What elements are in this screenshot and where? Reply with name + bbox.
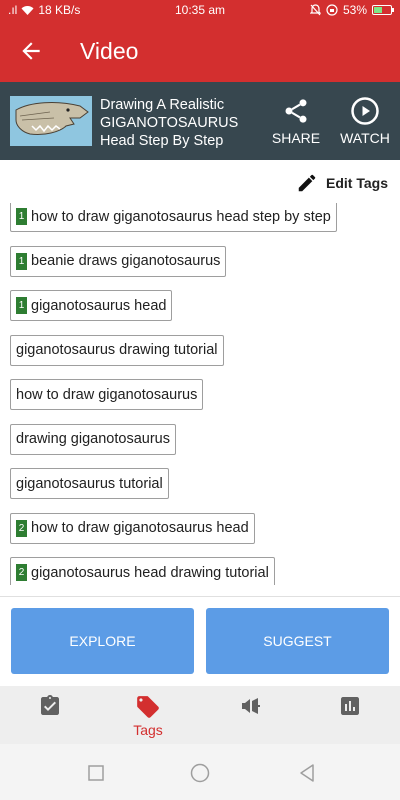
tag-text: giganotosaurus tutorial bbox=[16, 475, 163, 492]
share-label: SHARE bbox=[271, 130, 321, 146]
watch-button[interactable]: WATCH bbox=[335, 96, 395, 146]
video-title-line: GIGANOTOSAURUS bbox=[100, 115, 239, 131]
tag-text: beanie draws giganotosaurus bbox=[31, 253, 221, 269]
explore-button[interactable]: EXPLORE bbox=[11, 608, 194, 674]
megaphone-icon bbox=[242, 698, 260, 714]
rank-badge: 2 bbox=[16, 564, 27, 581]
watch-label: WATCH bbox=[340, 130, 390, 146]
dinosaur-thumbnail-image bbox=[10, 96, 92, 146]
home-icon[interactable] bbox=[189, 762, 211, 784]
page-title: Video bbox=[80, 38, 139, 64]
recent-apps-icon[interactable] bbox=[85, 762, 107, 784]
clipboard-check-icon bbox=[41, 695, 59, 715]
tag-text: giganotosaurus head bbox=[31, 297, 167, 314]
rank-badge: 1 bbox=[16, 208, 27, 225]
tag-chip[interactable]: giganotosaurus drawing tutorial bbox=[10, 334, 224, 366]
status-bar: .ıl 18 KB/s 10:35 am 53% bbox=[0, 0, 400, 22]
nav-tags[interactable]: Tags bbox=[98, 694, 198, 738]
tag-text: how to draw giganotosaurus head bbox=[31, 520, 249, 536]
tag-text: giganotosaurus head drawing tutorial bbox=[31, 564, 269, 581]
tag-icon bbox=[137, 696, 159, 718]
back-triangle-icon[interactable] bbox=[296, 762, 318, 784]
tag-chip[interactable]: 2 giganotosaurus head drawing tutorial bbox=[10, 557, 275, 585]
play-circle-icon bbox=[351, 97, 379, 125]
rotation-lock-icon bbox=[326, 4, 338, 16]
nav-tags-label: Tags bbox=[133, 722, 163, 738]
tag-text: how to draw giganotosaurus head step by … bbox=[31, 208, 331, 225]
video-thumbnail[interactable] bbox=[10, 96, 92, 146]
nav-stats[interactable] bbox=[300, 694, 400, 720]
tag-chip[interactable]: drawing giganotosaurus bbox=[10, 423, 176, 455]
tag-chip[interactable]: 1 how to draw giganotosaurus head step by… bbox=[10, 203, 337, 232]
video-header: Drawing A Realistic GIGANOTOSAURUS Head … bbox=[0, 82, 400, 160]
pencil-icon bbox=[298, 174, 316, 192]
tag-chip[interactable]: how to draw giganotosaurus bbox=[10, 379, 204, 410]
back-arrow-icon[interactable] bbox=[18, 38, 44, 64]
bottom-navigation: Tags bbox=[0, 686, 400, 744]
alarm-off-icon bbox=[309, 4, 321, 16]
tag-chip[interactable]: 1 beanie draws giganotosaurus bbox=[10, 245, 227, 277]
app-bar: Video bbox=[0, 22, 400, 82]
nav-promote[interactable] bbox=[200, 694, 300, 720]
battery-icon bbox=[372, 5, 394, 15]
nav-tasks[interactable] bbox=[0, 694, 100, 720]
bar-chart-icon bbox=[341, 697, 359, 715]
rank-badge: 1 bbox=[16, 297, 27, 314]
video-title-line: Drawing A Realistic bbox=[100, 97, 225, 113]
system-navigation-bar bbox=[0, 744, 400, 800]
tag-chip[interactable]: giganotosaurus tutorial bbox=[10, 468, 169, 499]
tag-chip[interactable]: 2 how to draw giganotosaurus head bbox=[10, 512, 255, 544]
rank-badge: 2 bbox=[16, 519, 27, 537]
clock: 10:35 am bbox=[174, 3, 226, 17]
tag-text: giganotosaurus drawing tutorial bbox=[16, 342, 218, 358]
suggest-button[interactable]: SUGGEST bbox=[206, 608, 389, 674]
video-title: Drawing A Realistic GIGANOTOSAURUS Head … bbox=[100, 96, 265, 150]
tag-text: how to draw giganotosaurus bbox=[16, 386, 198, 403]
tag-text: drawing giganotosaurus bbox=[16, 431, 170, 447]
tag-chip[interactable]: 1 giganotosaurus head bbox=[10, 290, 173, 321]
tag-list[interactable]: 1 how to draw giganotosaurus head step by… bbox=[0, 203, 400, 585]
share-button[interactable]: SHARE bbox=[270, 96, 322, 146]
battery-percent: 53% bbox=[342, 3, 367, 17]
edit-tags-label: Edit Tags bbox=[326, 175, 388, 191]
edit-tags-button[interactable]: Edit Tags bbox=[296, 172, 388, 194]
rank-badge: 1 bbox=[16, 252, 27, 270]
video-title-line: Head Step By Step bbox=[100, 133, 224, 149]
share-icon bbox=[285, 99, 307, 123]
divider bbox=[0, 596, 400, 597]
